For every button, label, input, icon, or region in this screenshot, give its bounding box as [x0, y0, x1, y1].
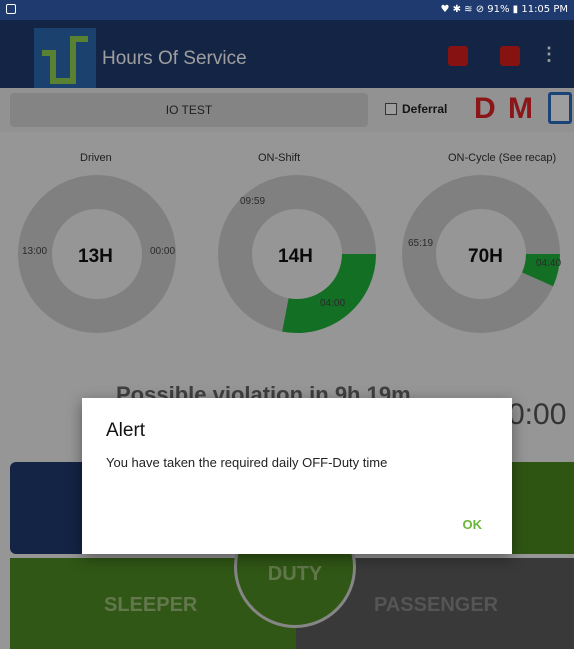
status-indicators: ♥ ✱ ≋ ⊘ 91% ▮ 11:05 PM	[440, 4, 568, 15]
status-bar: ♥ ✱ ≋ ⊘ 91% ▮ 11:05 PM	[0, 0, 574, 20]
notification-icon	[6, 4, 16, 14]
alert-dialog: Alert You have taken the required daily …	[82, 398, 512, 554]
alert-message: You have taken the required daily OFF-Du…	[106, 455, 388, 470]
alert-title: Alert	[106, 420, 146, 441]
modal-scrim[interactable]	[0, 20, 574, 649]
ok-button[interactable]: OK	[463, 517, 483, 532]
